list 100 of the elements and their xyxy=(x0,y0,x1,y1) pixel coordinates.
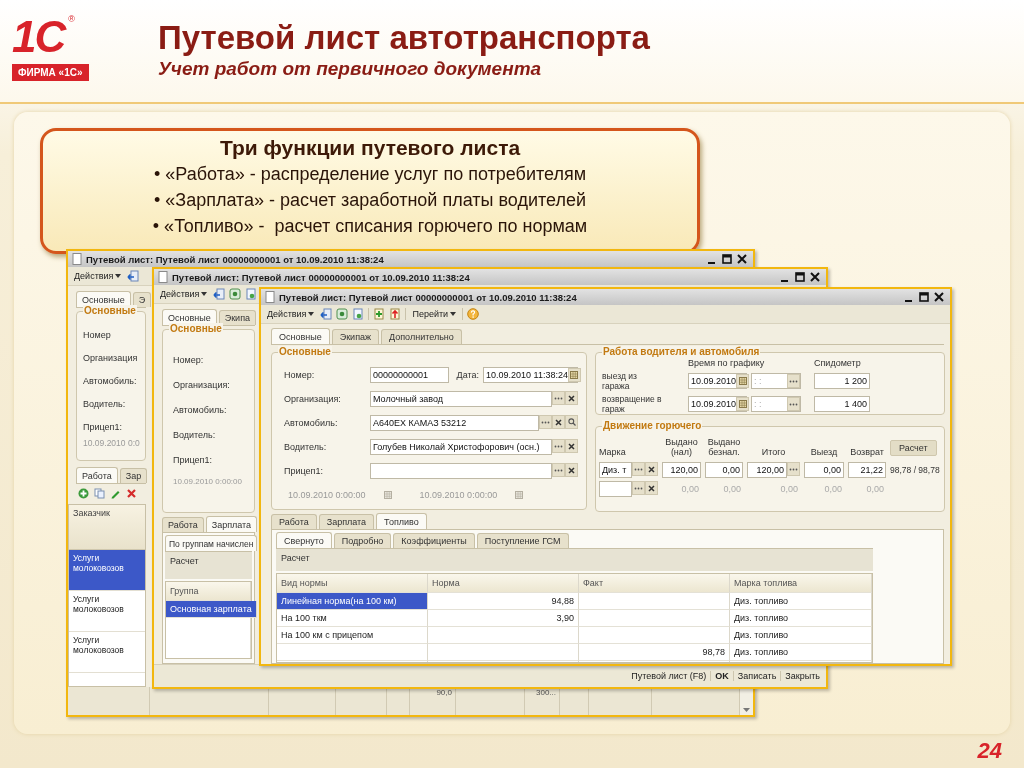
button[interactable]: Закрыть xyxy=(780,671,824,681)
clear-button[interactable] xyxy=(565,391,578,405)
tab[interactable]: Зарплата xyxy=(205,516,258,532)
column-header[interactable]: Заказчик xyxy=(69,505,145,550)
field-label: Прицеп1: xyxy=(83,422,122,433)
page-number: 24 xyxy=(977,738,1002,764)
button[interactable]: OK xyxy=(710,671,733,681)
clear-button[interactable] xyxy=(552,415,565,429)
help-icon[interactable] xyxy=(467,308,480,320)
column-header[interactable]: Группа xyxy=(166,582,251,601)
tab[interactable]: Свернуто xyxy=(276,532,332,548)
clear-icon xyxy=(555,418,562,426)
speedometer-field[interactable]: 1 400 xyxy=(814,396,870,412)
column-header[interactable]: Факт xyxy=(579,574,730,593)
actions-menu-button[interactable]: Действия xyxy=(158,289,210,299)
tab[interactable]: Топливо xyxy=(376,513,427,529)
date-field[interactable]: 10.09.2010 xyxy=(688,373,747,389)
calendar-button[interactable] xyxy=(567,368,581,382)
input-field[interactable]: Молочный завод xyxy=(370,391,552,407)
scroll-down-icon[interactable] xyxy=(743,708,750,712)
tab[interactable]: Поступление ГСМ xyxy=(476,533,569,548)
copy-icon[interactable] xyxy=(94,488,105,499)
tab[interactable]: Э xyxy=(132,292,152,307)
add-icon[interactable] xyxy=(78,488,89,499)
delete-icon[interactable] xyxy=(126,488,137,499)
number-field[interactable]: 120,00 xyxy=(747,462,787,478)
pencil-icon[interactable] xyxy=(110,488,121,499)
column-header: Итого xyxy=(760,447,787,459)
go-to-menu-button[interactable]: Перейти xyxy=(410,309,459,319)
maximize-icon[interactable] xyxy=(919,292,929,302)
input-field[interactable] xyxy=(370,463,552,479)
tab[interactable]: По группам начислен xyxy=(165,535,258,551)
maximize-icon[interactable] xyxy=(722,254,732,264)
calendar-icon xyxy=(383,491,392,499)
calculate-button[interactable]: Расчет xyxy=(890,440,937,456)
date-field[interactable]: 10.09.2010 11:38:24 xyxy=(483,367,578,383)
column-header[interactable]: Вид нормы xyxy=(277,574,428,593)
number-field[interactable]: 0,00 xyxy=(705,462,743,478)
actions-menu-button[interactable]: Действия xyxy=(72,271,124,281)
column-header: Выдано (нал) xyxy=(664,437,699,459)
clear-button[interactable] xyxy=(565,463,578,477)
tab[interactable]: Экипа xyxy=(218,310,256,325)
input-field[interactable]: А640ЕХ КАМАЗ 53212 xyxy=(370,415,539,431)
close-icon[interactable] xyxy=(934,292,944,302)
ellipsis-icon xyxy=(541,420,550,424)
tab[interactable]: Основные xyxy=(271,328,330,344)
tab[interactable]: Работа xyxy=(76,467,118,483)
tab[interactable]: Коэффициенты xyxy=(393,533,475,548)
tab[interactable]: Дополнительно xyxy=(381,329,462,344)
field-label: Водитель: xyxy=(83,399,126,410)
page-arrow-icon[interactable] xyxy=(389,308,402,320)
slide-title: Путевой лист автотранспорта xyxy=(158,18,650,58)
input-field[interactable]: Диз. т xyxy=(599,462,632,478)
tab[interactable]: Работа xyxy=(271,514,317,529)
number-field[interactable]: 120,00 xyxy=(662,462,701,478)
number-field[interactable]: 00000000001 xyxy=(370,367,449,383)
calendar-button[interactable] xyxy=(736,397,750,411)
column-header: Время по графику xyxy=(688,358,766,368)
group-title: Основные xyxy=(278,346,332,357)
page-plus-icon[interactable] xyxy=(373,308,386,320)
close-icon[interactable] xyxy=(810,272,820,282)
button[interactable]: Записать xyxy=(732,671,781,681)
page-icon[interactable] xyxy=(352,308,365,320)
date-field[interactable]: 10.09.2010 xyxy=(688,396,747,412)
input-field[interactable]: Голубев Николай Христофорович (осн.) xyxy=(370,439,552,455)
clear-button[interactable] xyxy=(645,481,658,495)
number-text: 0,00 xyxy=(779,484,799,494)
actions-menu-button[interactable]: Действия xyxy=(265,309,317,319)
tab[interactable]: Работа xyxy=(162,517,204,532)
column-header[interactable]: Норма xyxy=(428,574,579,593)
field-label: Организация xyxy=(83,353,138,364)
clear-button[interactable] xyxy=(565,439,578,453)
column-header: Марка xyxy=(599,447,627,459)
maximize-icon[interactable] xyxy=(795,272,805,282)
calendar-button[interactable] xyxy=(736,374,750,388)
logo-caption: ФИРМА «1С» xyxy=(12,64,89,81)
tab[interactable]: Подробно xyxy=(333,533,392,548)
number-field[interactable]: 21,22 xyxy=(848,462,886,478)
column-header: Выдано безнал. xyxy=(706,437,742,459)
close-icon[interactable] xyxy=(737,254,747,264)
group-title: Основные xyxy=(169,323,223,334)
field-label: Организация: xyxy=(284,394,342,404)
tab[interactable]: Зар xyxy=(119,468,148,483)
scrollbar[interactable] xyxy=(740,687,753,715)
table-cell: Услуги молоковозов xyxy=(69,550,145,591)
search-button[interactable] xyxy=(565,415,578,429)
page-icon[interactable] xyxy=(245,288,258,300)
table-cell: Диз. топливо xyxy=(730,610,872,627)
button[interactable]: Путевой лист (F8) xyxy=(627,671,711,681)
column-header[interactable]: Марка топлива xyxy=(730,574,872,593)
clear-button[interactable] xyxy=(645,462,658,476)
number-field[interactable]: 0,00 xyxy=(804,462,844,478)
tab[interactable]: Зарплата xyxy=(318,514,375,529)
table-cell: Диз. топливо xyxy=(730,644,872,661)
field-label: Номер: xyxy=(173,355,204,367)
table-cell: Основная зарплата xyxy=(166,601,257,618)
tab[interactable]: Экипаж xyxy=(331,329,380,344)
speedometer-field[interactable]: 1 200 xyxy=(814,373,870,389)
input-field[interactable] xyxy=(599,481,632,497)
group-title: Работа водителя и автомобиля xyxy=(602,346,761,357)
